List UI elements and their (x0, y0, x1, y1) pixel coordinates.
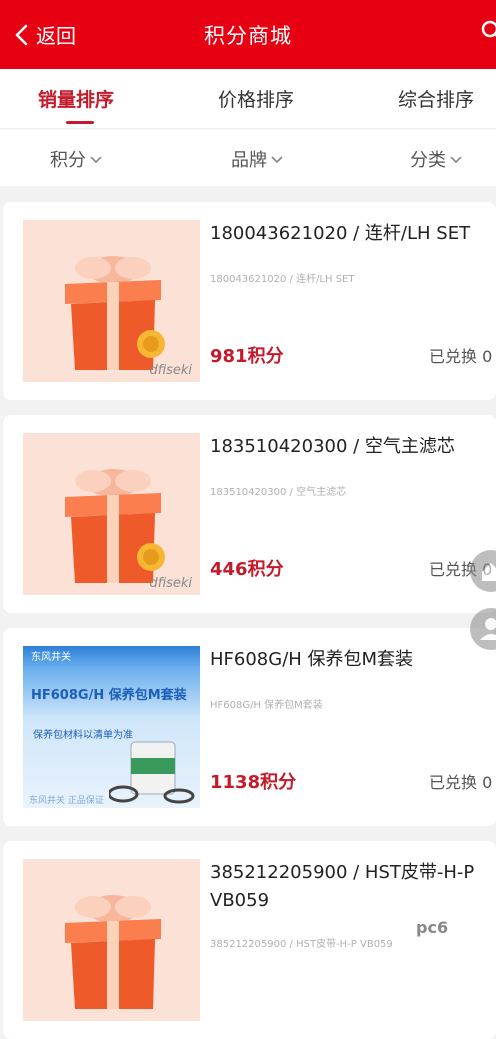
tab-price-sort[interactable]: 价格排序 (218, 85, 294, 112)
filter-category-label: 分类 (410, 150, 446, 171)
filter-bar: 积分 品牌 分类 (0, 130, 496, 186)
chevron-down-icon (450, 156, 462, 164)
home-icon (482, 563, 496, 581)
page-title: 积分商城 (204, 24, 292, 48)
filter-points-label: 积分 (50, 150, 86, 171)
product-card[interactable]: 385212205900 / HST皮带-H-P VB059 385212205… (3, 841, 496, 1039)
product-title: 385212205900 / HST皮带-H-P VB059 (210, 862, 475, 911)
oil-bucket-icon (109, 741, 195, 804)
image-watermark: dfiseki (149, 576, 192, 591)
filter-brand[interactable]: 品牌 (231, 146, 284, 172)
product-subtitle: 180043621020 / 连杆/LH SET (210, 274, 355, 285)
gift-box-icon (65, 469, 165, 583)
exchanged-count: 已兑换 0 (429, 347, 493, 366)
image-watermark: dfiseki (149, 363, 192, 378)
image-brand-text: 东风井关 (31, 652, 71, 663)
floating-user-button[interactable] (470, 608, 496, 650)
user-icon (480, 618, 496, 640)
product-title: HF608G/H 保养包M套装 (210, 649, 414, 670)
top-bar: 返回 积分商城 (0, 0, 496, 69)
product-image-kit: 东风井关 HF608G/H 保养包M套装 保养包材料以清单为准 东风井关 正品保… (23, 646, 200, 808)
active-tab-indicator (66, 121, 94, 124)
floating-home-button[interactable] (470, 550, 496, 592)
product-subtitle: HF608G/H 保养包M套装 (210, 700, 323, 711)
site-watermark: pc6 (416, 918, 449, 937)
product-card[interactable]: dfiseki 180043621020 / 连杆/LH SET 1800436… (3, 202, 496, 400)
gift-box-icon (65, 256, 165, 370)
product-points: 981积分 (210, 346, 284, 367)
product-points: 1138积分 (210, 772, 297, 793)
product-card[interactable]: 东风井关 HF608G/H 保养包M套装 保养包材料以清单为准 东风井关 正品保… (3, 628, 496, 826)
product-image-gift (23, 859, 200, 1021)
product-subtitle: 385212205900 / HST皮带-H-P VB059 (210, 939, 393, 950)
sort-tabs: 销量排序 价格排序 综合排序 (0, 69, 496, 129)
product-subtitle: 183510420300 / 空气主滤芯 (210, 487, 347, 498)
product-image-gift: dfiseki (23, 433, 200, 595)
product-title: 183510420300 / 空气主滤芯 (210, 436, 455, 457)
search-icon[interactable] (480, 19, 496, 43)
filter-brand-label: 品牌 (231, 150, 267, 171)
product-points: 446积分 (210, 559, 284, 580)
gift-box-icon (65, 895, 161, 1009)
exchanged-count: 已兑换 0 (429, 773, 493, 792)
filter-category[interactable]: 分类 (410, 146, 463, 172)
filter-points[interactable]: 积分 (50, 146, 103, 172)
product-image-gift: dfiseki (23, 220, 200, 382)
chevron-down-icon (271, 156, 283, 164)
image-headline: HF608G/H 保养包M套装 (31, 688, 187, 703)
image-footer: 东风井关 正品保证 (29, 796, 104, 806)
maintenance-kit-image: 东风井关 HF608G/H 保养包M套装 保养包材料以清单为准 东风井关 正品保… (23, 646, 200, 808)
tab-overall-sort[interactable]: 综合排序 (398, 85, 474, 112)
chevron-down-icon (90, 156, 102, 164)
product-title: 180043621020 / 连杆/LH SET (210, 223, 471, 244)
tab-sales-sort[interactable]: 销量排序 (38, 85, 114, 112)
product-card[interactable]: dfiseki 183510420300 / 空气主滤芯 18351042030… (3, 415, 496, 613)
